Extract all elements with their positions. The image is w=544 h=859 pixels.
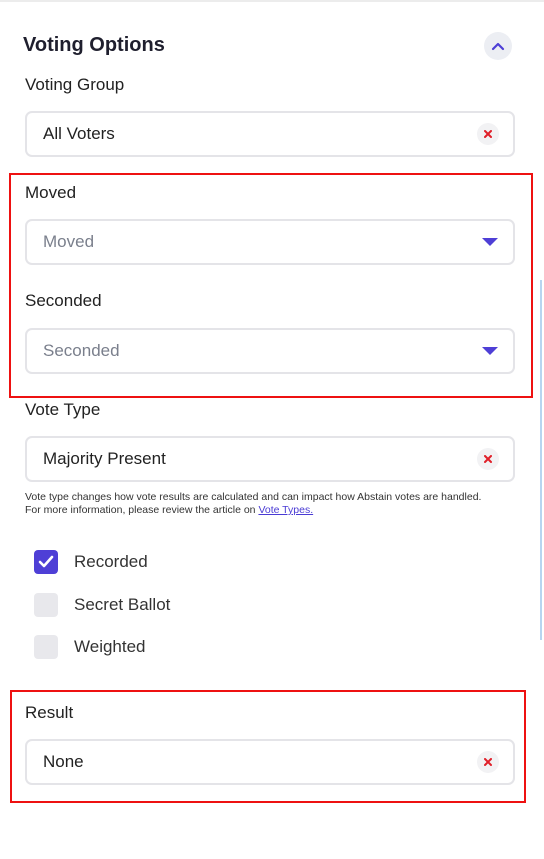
vote-type-hint: Vote type changes how vote results are c… xyxy=(25,491,495,517)
secret-ballot-label: Secret Ballot xyxy=(74,595,171,614)
collapse-button[interactable] xyxy=(484,32,512,60)
secret-ballot-checkbox[interactable] xyxy=(34,593,58,617)
secret-ballot-checkbox-row[interactable]: Secret Ballot xyxy=(34,593,170,617)
vote-type-value: Majority Present xyxy=(43,449,166,468)
recorded-checkbox[interactable] xyxy=(34,550,58,574)
voting-group-clear-button[interactable] xyxy=(477,123,499,145)
vote-type-hint-text: Vote type changes how vote results are c… xyxy=(25,491,482,516)
voting-group-value: All Voters xyxy=(43,124,115,143)
vote-type-clear-button[interactable] xyxy=(477,448,499,470)
highlight-box-result xyxy=(10,690,526,803)
close-icon xyxy=(484,455,492,463)
vote-type-select[interactable]: Majority Present xyxy=(25,436,515,482)
recorded-checkbox-row[interactable]: Recorded xyxy=(34,550,148,574)
scrollbar-track[interactable] xyxy=(540,280,542,640)
top-divider xyxy=(0,0,544,2)
vote-type-label: Vote Type xyxy=(25,400,101,419)
weighted-checkbox[interactable] xyxy=(34,635,58,659)
voting-group-label: Voting Group xyxy=(25,75,125,94)
vote-types-link[interactable]: Vote Types. xyxy=(258,504,313,516)
chevron-up-icon xyxy=(491,42,505,51)
close-icon xyxy=(484,130,492,138)
weighted-label: Weighted xyxy=(74,637,146,656)
voting-group-select[interactable]: All Voters xyxy=(25,111,515,157)
checkmark-icon xyxy=(38,555,54,568)
weighted-checkbox-row[interactable]: Weighted xyxy=(34,635,146,659)
highlight-box-moved-seconded xyxy=(9,173,533,398)
recorded-label: Recorded xyxy=(74,552,148,571)
section-title: Voting Options xyxy=(23,34,165,56)
